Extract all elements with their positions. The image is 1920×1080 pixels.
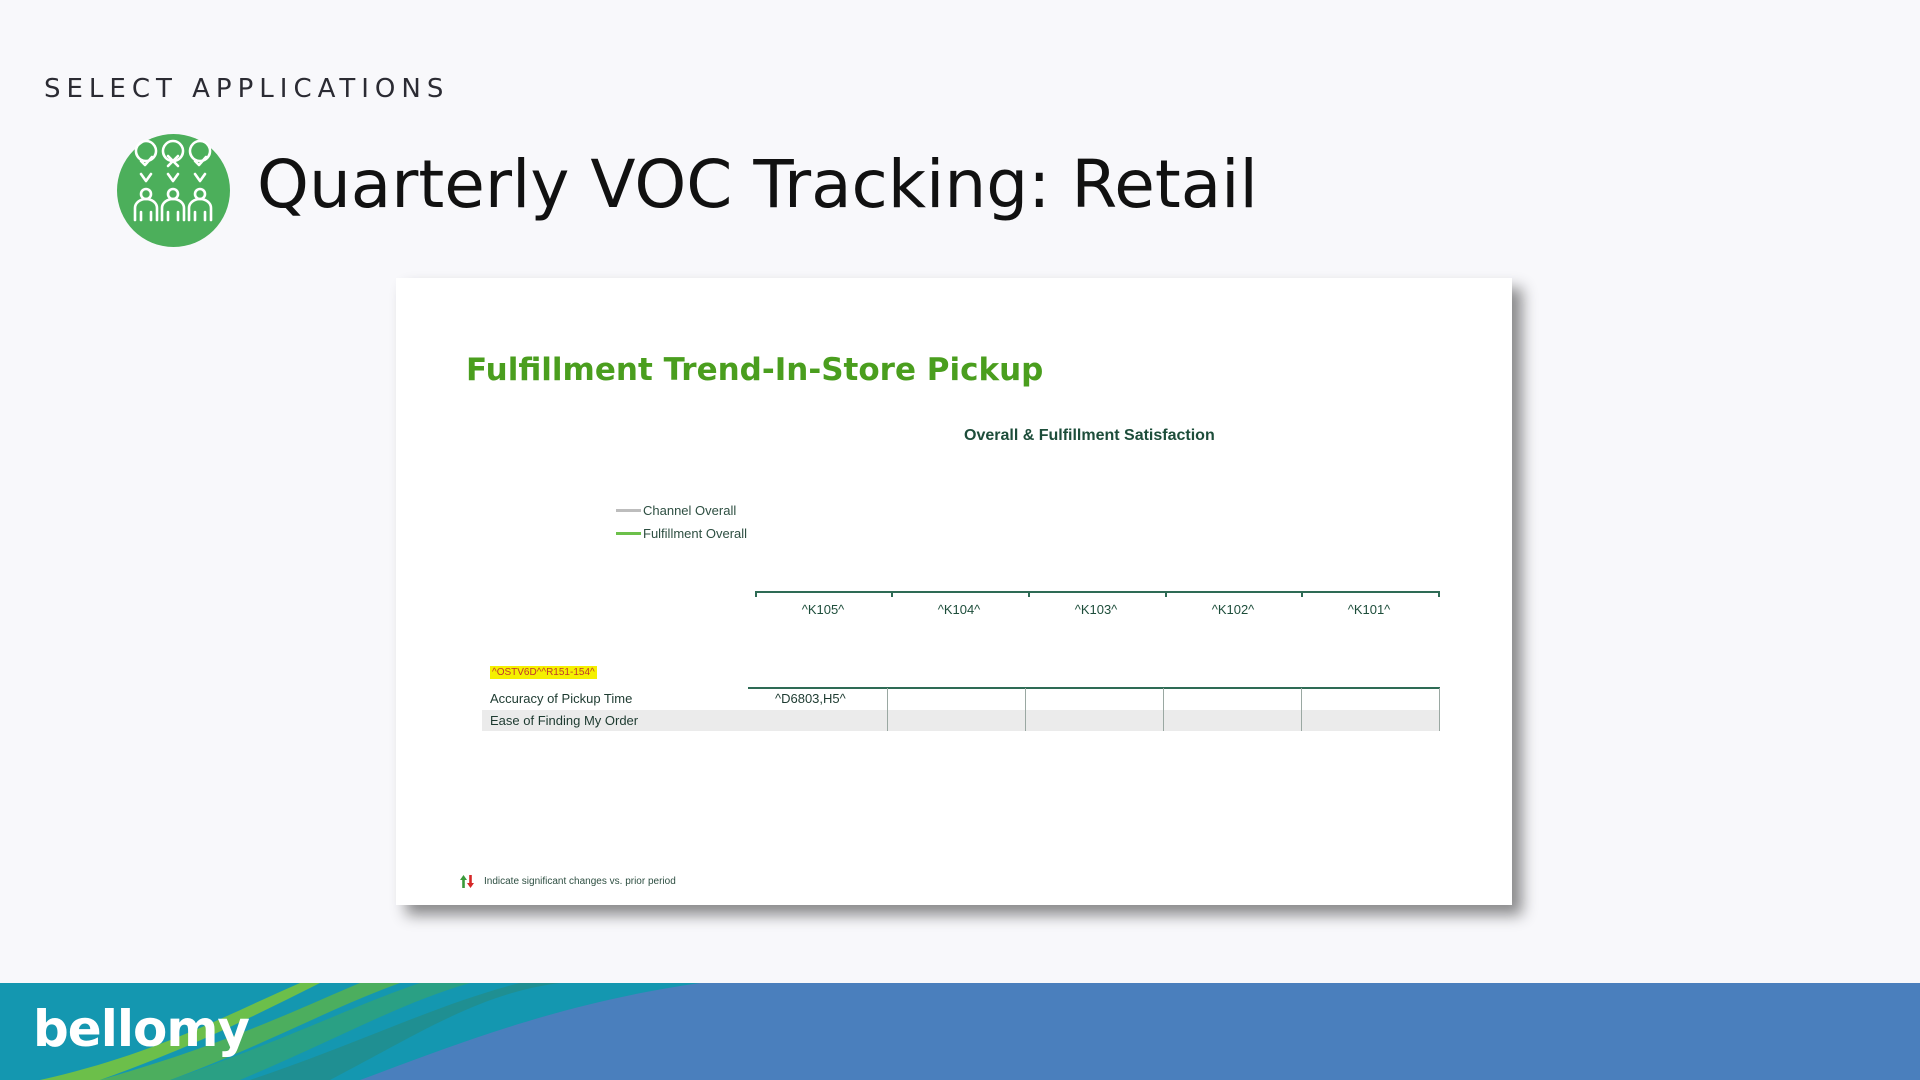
column-divider xyxy=(1163,688,1164,731)
legend-label: Channel Overall xyxy=(643,503,737,518)
row-value: ^D6803,H5^ xyxy=(775,691,846,706)
footnote-text: Indicate significant changes vs. prior p… xyxy=(484,876,676,887)
legend-item-channel-overall: Channel Overall xyxy=(616,499,747,522)
row-label: Accuracy of Pickup Time xyxy=(490,691,633,706)
section-eyebrow: SELECT APPLICATIONS xyxy=(44,74,450,104)
page-title: Quarterly VOC Tracking: Retail xyxy=(257,146,1258,223)
significance-arrows xyxy=(460,875,474,888)
column-divider xyxy=(1025,688,1026,731)
column-divider xyxy=(1301,688,1302,731)
footnote: Indicate significant changes vs. prior p… xyxy=(460,875,676,888)
axis-label: ^K103^ xyxy=(1074,602,1118,617)
arrow-up-green-icon xyxy=(460,875,467,888)
axis-label: ^K102^ xyxy=(1211,602,1255,617)
table-row: Ease of Finding My Order xyxy=(482,710,1440,731)
embedded-slide: Fulfillment Trend-In-Store Pickup Overal… xyxy=(396,278,1512,905)
axis-tick xyxy=(755,591,757,597)
legend-swatch xyxy=(616,532,641,535)
axis-tick xyxy=(1301,591,1303,597)
column-divider xyxy=(887,688,888,731)
axis-label: ^K105^ xyxy=(801,602,845,617)
column-divider xyxy=(1439,688,1440,731)
highlighted-code-tag: ^OSTV6D^^R151-154^ xyxy=(490,666,597,679)
arrow-down-red-icon xyxy=(467,875,474,888)
axis-tick xyxy=(1165,591,1167,597)
slide-title: Fulfillment Trend-In-Store Pickup xyxy=(466,352,1044,388)
axis-label: ^K104^ xyxy=(937,602,981,617)
table-row: Accuracy of Pickup Time ^D6803,H5^ xyxy=(482,688,1440,709)
legend-swatch xyxy=(616,509,641,512)
chart-legend: Channel Overall Fulfillment Overall xyxy=(616,499,747,545)
axis-tick xyxy=(891,591,893,597)
axis-tick xyxy=(1438,591,1440,597)
chart-x-axis xyxy=(755,591,1440,593)
axis-label: ^K101^ xyxy=(1347,602,1391,617)
axis-tick xyxy=(1028,591,1030,597)
chart-title: Overall & Fulfillment Satisfaction xyxy=(964,427,1215,444)
bellomy-logo[interactable]: bellomy xyxy=(33,1000,250,1058)
legend-item-fulfillment-overall: Fulfillment Overall xyxy=(616,522,747,545)
legend-label: Fulfillment Overall xyxy=(643,526,748,541)
footer-band xyxy=(0,983,1920,1080)
voting-people-icon xyxy=(117,134,230,247)
row-label: Ease of Finding My Order xyxy=(490,713,639,728)
slide-page: SELECT APPLICATIONS Quarterly VOC Tracki… xyxy=(0,0,1920,1080)
footer-wave-graphic xyxy=(0,983,700,1080)
